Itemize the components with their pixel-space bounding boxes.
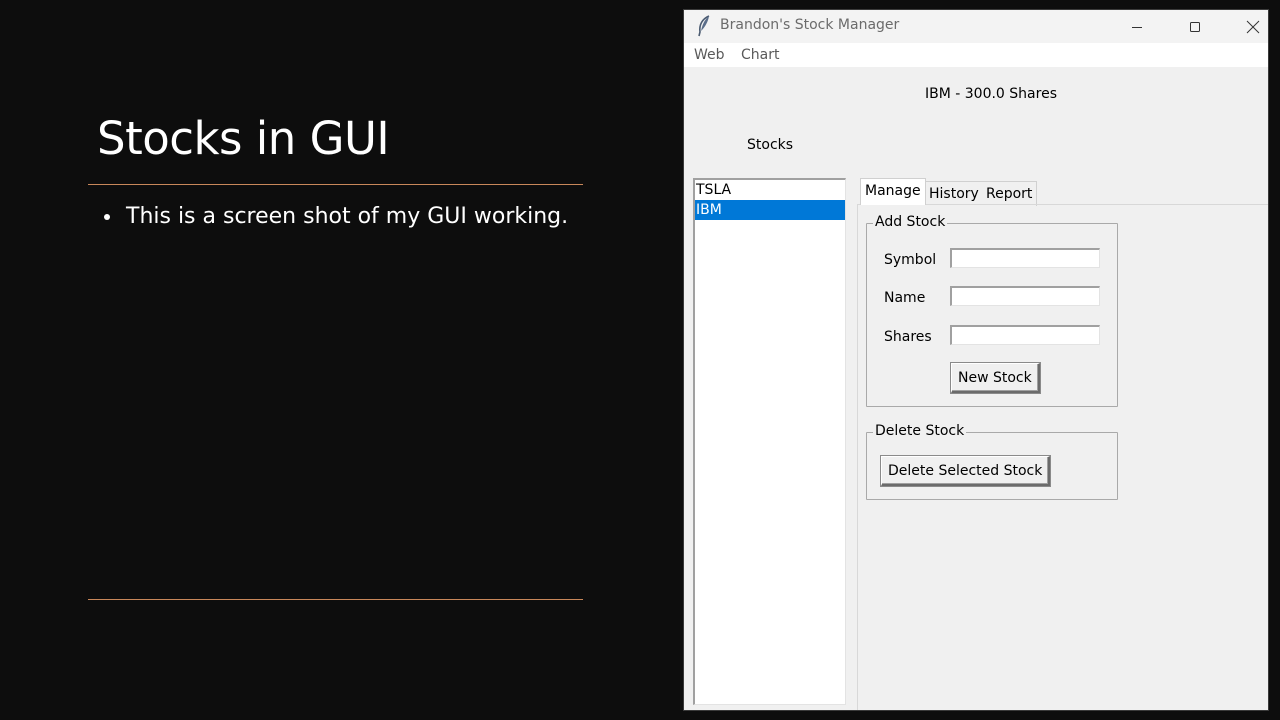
footer-divider — [88, 599, 583, 600]
tab-history[interactable]: History — [925, 181, 984, 206]
slide-title: Stocks in GUI — [97, 112, 390, 165]
bullet-text: This is a screen shot of my GUI working. — [126, 204, 569, 229]
shares-input[interactable] — [950, 325, 1100, 345]
add-stock-group-label: Add Stock — [873, 214, 948, 230]
menu-chart[interactable]: Chart — [741, 47, 779, 63]
delete-selected-stock-button[interactable]: Delete Selected Stock — [881, 456, 1051, 486]
symbol-input[interactable] — [950, 248, 1100, 268]
menu-bar: Web Chart — [684, 43, 1268, 67]
manage-tab-pane: Add Stock Symbol Name Shares New Stock D… — [857, 204, 1268, 710]
title-divider — [88, 184, 583, 185]
list-item-ibm[interactable]: IBM — [695, 200, 845, 220]
close-icon — [1246, 20, 1260, 33]
window-title: Brandon's Stock Manager — [720, 17, 900, 33]
new-stock-button[interactable]: New Stock — [951, 363, 1040, 393]
name-label: Name — [884, 290, 926, 306]
bullet-dot-icon — [104, 213, 110, 220]
maximize-icon — [1190, 21, 1200, 32]
menu-web[interactable]: Web — [694, 47, 725, 63]
feather-icon — [698, 15, 710, 37]
shares-label: Shares — [884, 329, 932, 345]
delete-stock-group: Delete Stock Delete Selected Stock — [866, 423, 1118, 500]
tab-manage[interactable]: Manage — [860, 178, 926, 205]
name-input[interactable] — [950, 286, 1100, 306]
stock-listbox[interactable]: TSLA IBM — [693, 178, 846, 705]
tab-report[interactable]: Report — [982, 181, 1038, 206]
list-item-tsla[interactable]: TSLA — [695, 180, 845, 200]
symbol-label: Symbol — [884, 252, 937, 268]
app-window: Brandon's Stock Manager Web Chart IBM - … — [684, 10, 1268, 710]
close-button[interactable] — [1224, 10, 1268, 43]
delete-stock-group-label: Delete Stock — [873, 423, 967, 439]
minimize-button[interactable] — [1108, 10, 1166, 43]
maximize-button[interactable] — [1166, 10, 1224, 43]
slide-bullet: This is a screen shot of my GUI working. — [104, 204, 568, 229]
title-bar[interactable]: Brandon's Stock Manager — [684, 10, 1268, 43]
selected-stock-summary: IBM - 300.0 Shares — [925, 86, 1057, 102]
add-stock-group: Add Stock Symbol Name Shares New Stock — [866, 214, 1118, 407]
stocks-label: Stocks — [747, 137, 794, 153]
minimize-icon — [1132, 26, 1142, 28]
